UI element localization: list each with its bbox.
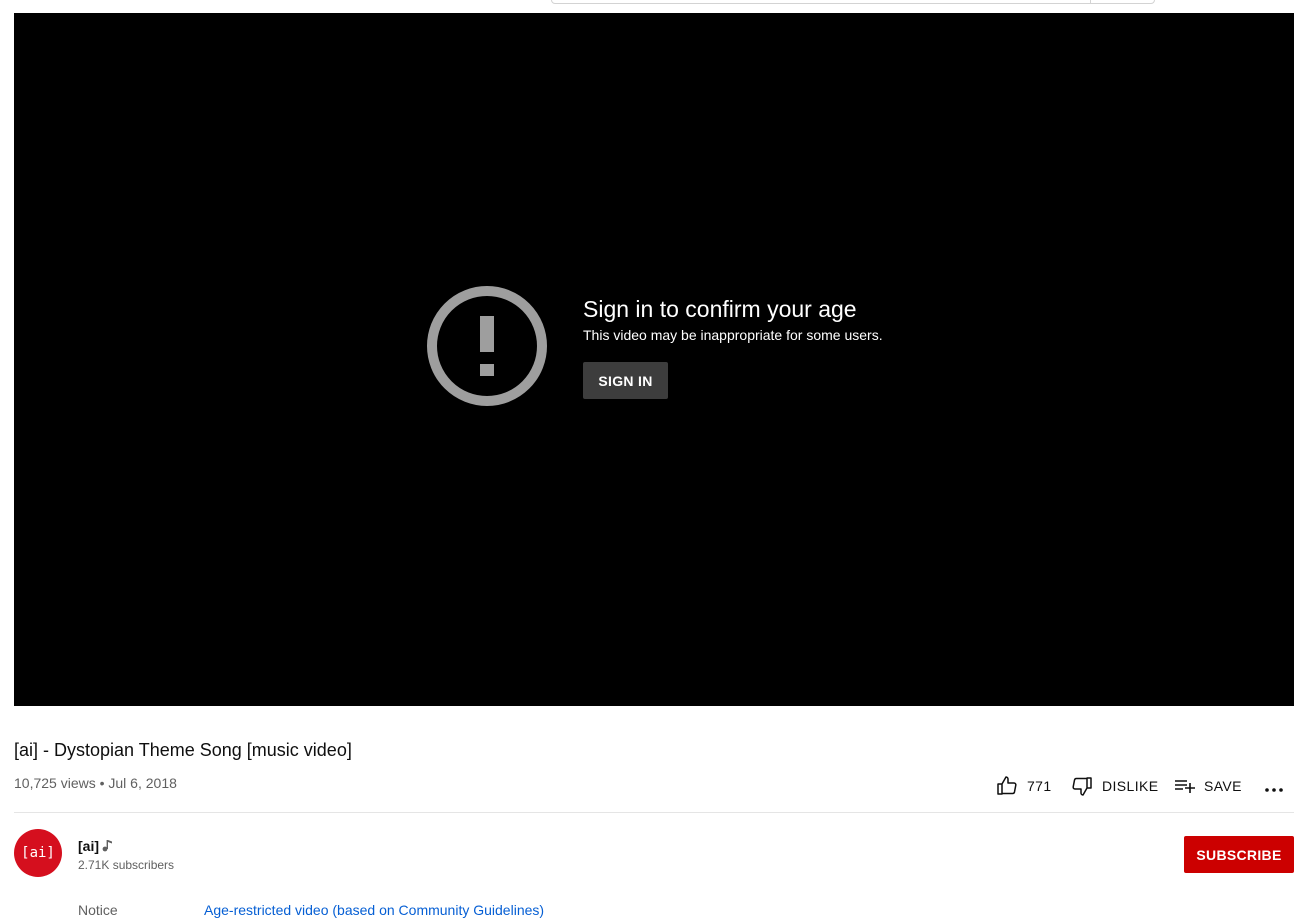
age-gate-subtitle: This video may be inappropriate for some…	[583, 327, 883, 343]
video-title: [ai] - Dystopian Theme Song [music video…	[14, 740, 352, 760]
thumb-up-icon	[997, 776, 1017, 795]
notice-label: Notice	[78, 902, 118, 918]
music-note-icon	[102, 840, 112, 852]
dislike-label: DISLIKE	[1102, 778, 1159, 794]
playlist-add-icon	[1175, 780, 1195, 793]
dislike-button[interactable]: DISLIKE	[1070, 772, 1159, 800]
channel-avatar[interactable]: [ai]	[14, 829, 62, 877]
video-player[interactable]: Sign in to confirm your age This video m…	[14, 13, 1294, 706]
sign-in-button[interactable]: SIGN IN	[583, 362, 668, 399]
like-button[interactable]: 771	[995, 772, 1052, 800]
exclamation-circle-icon	[427, 286, 547, 406]
age-gate-title: Sign in to confirm your age	[583, 296, 857, 322]
channel-name[interactable]: [ai]	[78, 838, 99, 854]
subscribe-button[interactable]: SUBSCRIBE	[1184, 836, 1294, 873]
subscriber-count: 2.71K subscribers	[78, 858, 175, 872]
video-actions: 771 DISLIKE SAVE	[0, 772, 1309, 800]
search-button-divider	[1090, 0, 1091, 3]
more-actions-button[interactable]	[1262, 772, 1286, 800]
thumb-down-icon	[1072, 777, 1092, 796]
save-label: SAVE	[1204, 778, 1242, 794]
more-horiz-icon	[1265, 788, 1283, 792]
like-count: 771	[1027, 778, 1052, 794]
divider	[14, 812, 1294, 813]
age-restriction-link[interactable]: Age-restricted video (based on Community…	[204, 902, 544, 918]
search-bar[interactable]	[551, 0, 1155, 4]
save-button[interactable]: SAVE	[1172, 772, 1242, 800]
